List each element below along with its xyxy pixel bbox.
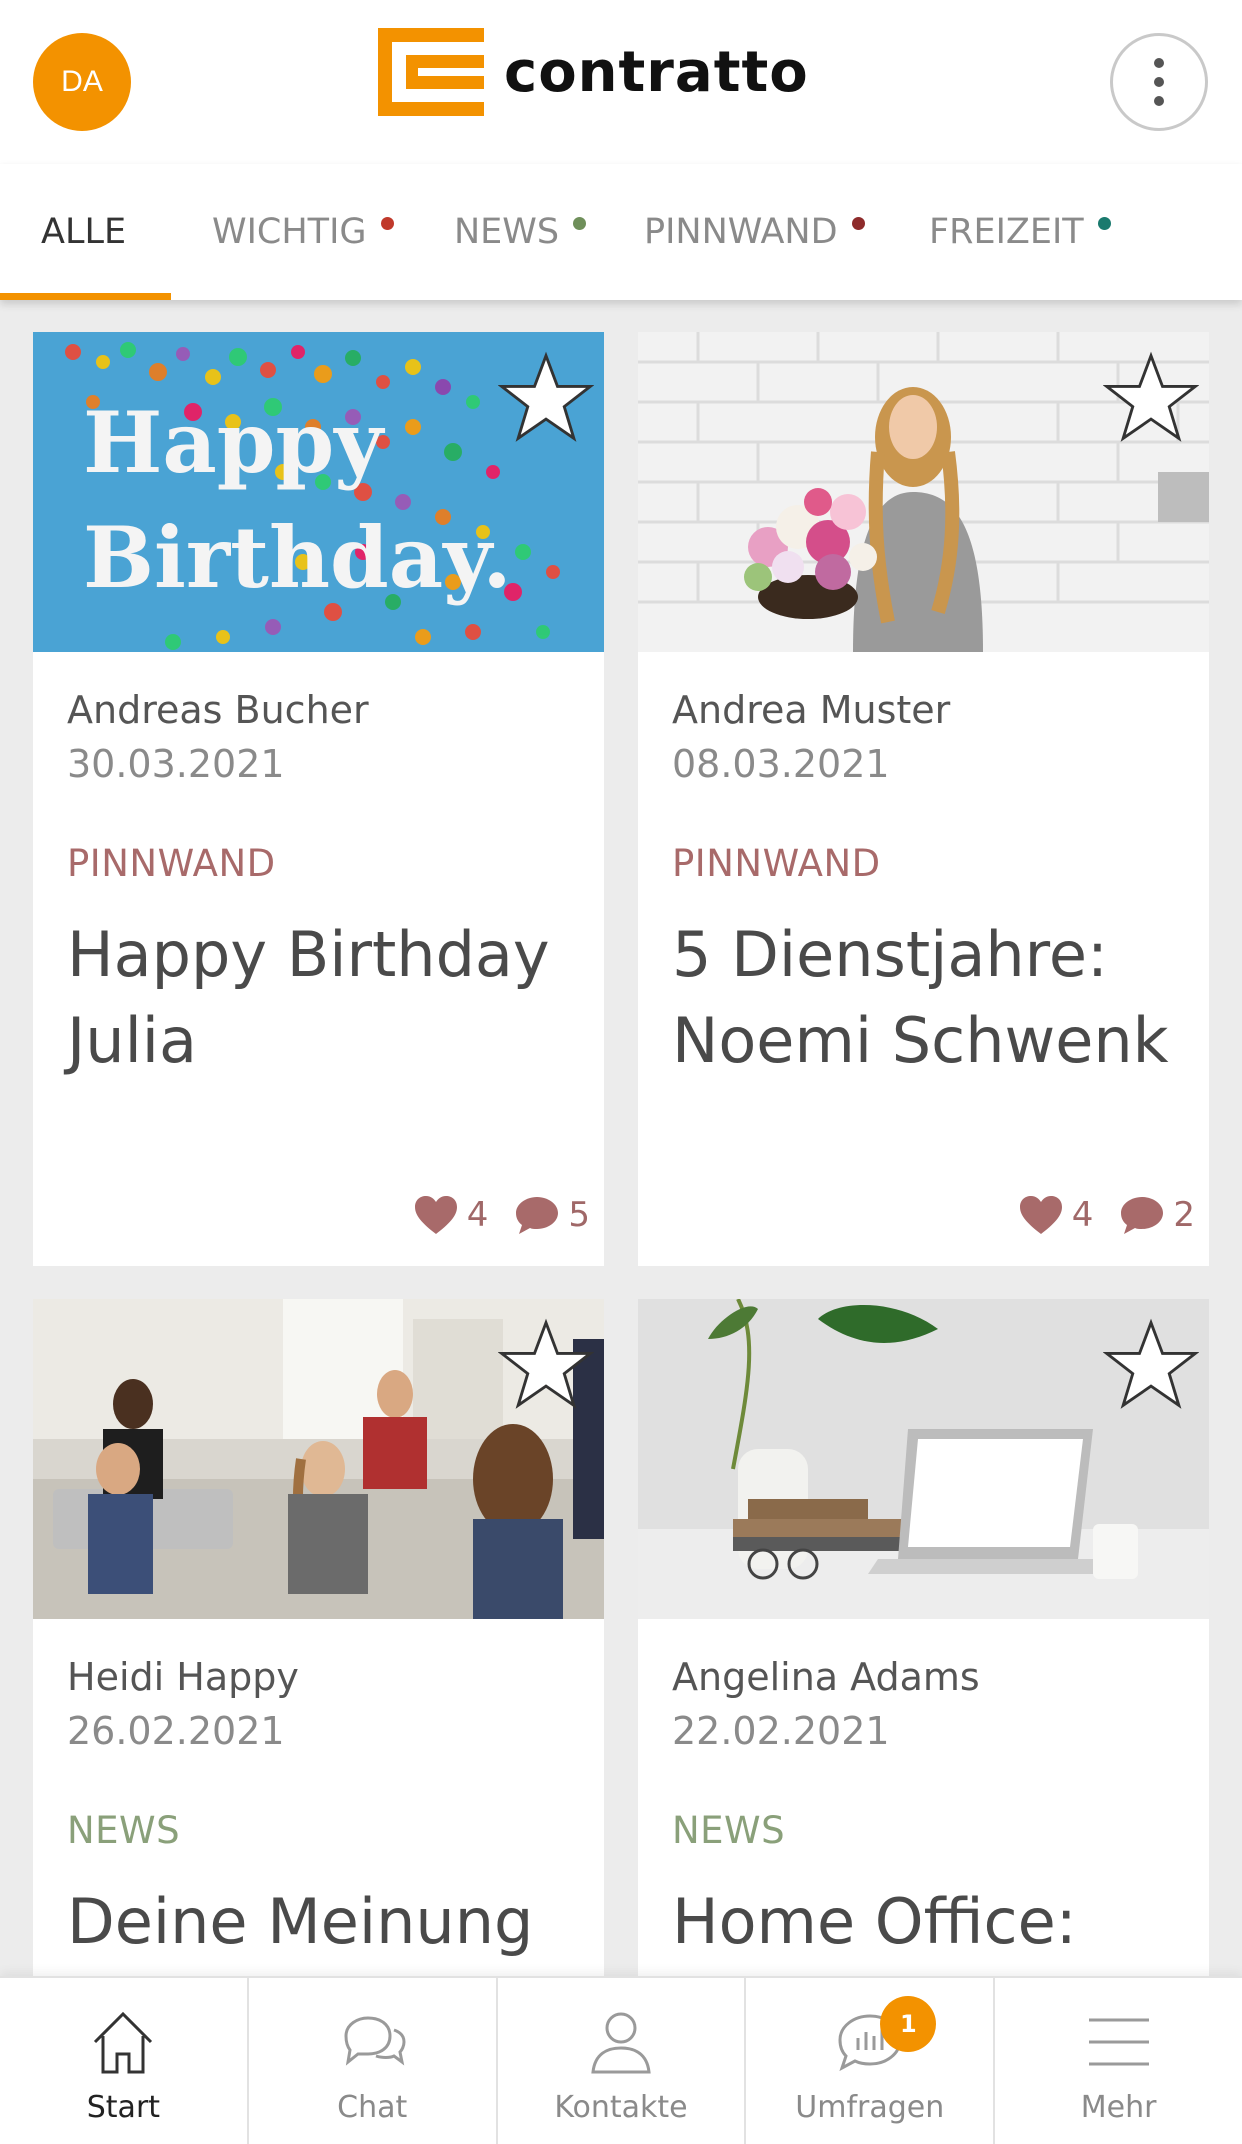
tab-label: PINNWAND xyxy=(644,212,838,252)
home-icon xyxy=(83,2002,163,2082)
image-text-line2: Birthday. xyxy=(83,508,512,607)
category-dot-icon xyxy=(380,216,394,230)
category-dot-icon xyxy=(851,216,865,230)
nav-umfragen[interactable]: 1 Umfragen xyxy=(746,1978,996,2144)
comments-value: 5 xyxy=(568,1195,590,1235)
nav-chat[interactable]: Chat xyxy=(249,1978,498,2144)
tab-wichtig[interactable]: WICHTIG xyxy=(212,164,394,300)
post-card[interactable]: Angelina Adams 22.02.2021 NEWS Home Offi… xyxy=(638,1299,1209,1999)
tab-alle[interactable]: ALLE xyxy=(41,164,126,300)
active-tab-indicator xyxy=(0,293,171,300)
tab-label: ALLE xyxy=(41,212,127,252)
favorite-star-icon[interactable] xyxy=(1103,1317,1199,1413)
post-category: PINNWAND xyxy=(672,842,881,885)
nav-label: Chat xyxy=(337,2090,408,2125)
post-category: PINNWAND xyxy=(67,842,276,885)
comments-value: 2 xyxy=(1173,1195,1195,1235)
kebab-menu-icon xyxy=(1154,58,1164,106)
post-image-flowers xyxy=(638,332,1209,652)
favorite-star-icon[interactable] xyxy=(1103,350,1199,446)
favorite-star-icon[interactable] xyxy=(498,1317,594,1413)
likes-value: 4 xyxy=(466,1195,489,1235)
comment-icon xyxy=(1121,1197,1164,1234)
heart-icon xyxy=(1019,1196,1062,1234)
tab-freizeit[interactable]: FREIZEIT xyxy=(929,164,1111,300)
post-category: NEWS xyxy=(672,1809,786,1852)
post-date: 30.03.2021 xyxy=(67,742,285,786)
category-dot-icon xyxy=(1097,216,1111,230)
post-reactions: 4 5 xyxy=(387,1194,590,1236)
comment-icon xyxy=(516,1197,559,1234)
post-image-meeting xyxy=(33,1299,604,1619)
category-tabs: ALLE WICHTIG NEWS PINNWAND FREIZEIT xyxy=(0,164,1242,300)
nav-label: Start xyxy=(86,2090,161,2125)
logo-mark-icon xyxy=(378,28,484,116)
tab-label: FREIZEIT xyxy=(929,212,1084,252)
post-image-birthday: Happy Birthday. xyxy=(33,332,604,652)
category-dot-icon xyxy=(573,216,587,230)
likes-count[interactable]: 4 xyxy=(413,1194,489,1236)
post-date: 08.03.2021 xyxy=(672,742,890,786)
nav-label: Mehr xyxy=(1080,2090,1157,2125)
menu-icon xyxy=(1079,2002,1159,2082)
user-avatar[interactable]: DA xyxy=(33,33,131,131)
post-title: Happy Birthday Julia xyxy=(67,918,550,1077)
tab-label: WICHTIG xyxy=(212,212,367,252)
notification-badge: 1 xyxy=(880,1996,937,2052)
nav-label: Umfragen xyxy=(795,2090,945,2125)
post-card[interactable]: Andrea Muster 08.03.2021 PINNWAND 5 Dien… xyxy=(638,332,1209,1266)
contratto-logo: contratto xyxy=(378,28,868,116)
tab-news[interactable]: NEWS xyxy=(454,164,587,300)
tab-pinnwand[interactable]: PINNWAND xyxy=(644,164,865,300)
post-image-home-office xyxy=(638,1299,1209,1619)
comments-count[interactable]: 5 xyxy=(514,1194,590,1236)
nav-mehr[interactable]: Mehr xyxy=(995,1978,1242,2144)
more-options-button[interactable] xyxy=(1110,33,1208,131)
contacts-icon xyxy=(581,2002,661,2082)
comments-count[interactable]: 2 xyxy=(1119,1194,1195,1236)
post-date: 22.02.2021 xyxy=(672,1709,890,1753)
post-date: 26.02.2021 xyxy=(67,1709,285,1753)
nav-kontakte[interactable]: Kontakte xyxy=(498,1978,747,2144)
app-header: DA contratto xyxy=(0,0,1242,164)
post-card[interactable]: Heidi Happy 26.02.2021 NEWS Deine Meinun… xyxy=(33,1299,604,1999)
post-author: Heidi Happy xyxy=(67,1655,299,1699)
logo-text: contratto xyxy=(504,39,809,105)
post-author: Andreas Bucher xyxy=(67,688,369,732)
bottom-navigation: Start Chat Kontakte 1 Umfragen Mehr xyxy=(0,1976,1242,2144)
post-card[interactable]: Happy Birthday. Andreas Bucher 30.03.202… xyxy=(33,332,604,1266)
post-category: NEWS xyxy=(67,1809,181,1852)
heart-icon xyxy=(414,1196,457,1234)
app-root: DA contratto ALLE WICHTIG NEWS PINNWAND … xyxy=(0,0,1242,2144)
image-text-line1: Happy xyxy=(83,393,385,492)
post-title: Deine Meinung xyxy=(67,1885,534,1958)
post-title: Home Office: xyxy=(672,1885,1077,1958)
likes-value: 4 xyxy=(1071,1195,1094,1235)
post-title: 5 Dienstjahre: Noemi Schwenk xyxy=(672,918,1169,1077)
chat-icon xyxy=(332,2002,412,2082)
post-author: Andrea Muster xyxy=(672,688,951,732)
favorite-star-icon[interactable] xyxy=(498,350,594,446)
nav-start[interactable]: Start xyxy=(0,1978,249,2144)
post-reactions: 4 2 xyxy=(992,1194,1195,1236)
post-author: Angelina Adams xyxy=(672,1655,980,1699)
nav-label: Kontakte xyxy=(554,2090,688,2125)
tab-label: NEWS xyxy=(454,212,560,252)
likes-count[interactable]: 4 xyxy=(1018,1194,1094,1236)
